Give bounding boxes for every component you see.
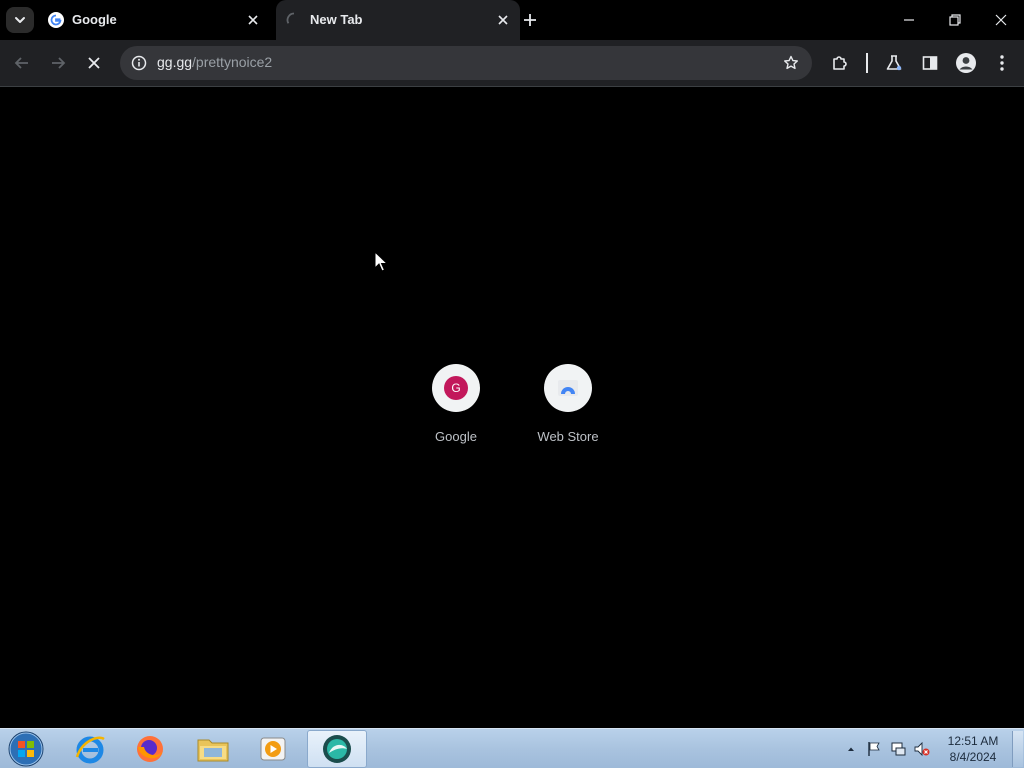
shortcut-label: Google: [435, 429, 477, 444]
triangle-up-icon: [848, 747, 854, 751]
loading-spinner-icon: [286, 12, 295, 24]
labs-button[interactable]: [881, 50, 907, 76]
google-letter-avatar: G: [444, 376, 468, 400]
url-path: /prettynoice2: [192, 54, 273, 70]
media-player-icon: [260, 737, 286, 761]
extensions-icon: [833, 56, 847, 70]
taskbar-media-player[interactable]: [243, 730, 303, 768]
url-text[interactable]: gg.gg/prettynoice2: [157, 54, 272, 70]
tray-show-hidden-icons[interactable]: [843, 741, 859, 757]
stop-loading-icon: [88, 57, 100, 69]
side-panel-icon: [922, 56, 938, 70]
tab-strip: Google New Tab: [0, 0, 1024, 40]
bookmark-button[interactable]: [780, 52, 802, 74]
tab-search-button[interactable]: [6, 7, 34, 33]
profile-button[interactable]: [953, 50, 979, 76]
toolbar-divider: [866, 53, 868, 73]
shortcut-tile: G: [432, 364, 480, 412]
forward-button[interactable]: [45, 50, 71, 76]
taskbar-browser[interactable]: [307, 730, 367, 768]
flag-icon: [868, 742, 880, 756]
minimize-button[interactable]: [886, 0, 932, 40]
restore-icon: [949, 14, 961, 26]
shortcut-google[interactable]: G Google: [408, 363, 504, 453]
menu-button[interactable]: [989, 50, 1015, 76]
back-icon: [14, 57, 28, 69]
minimize-icon: [904, 19, 914, 21]
close-window-button[interactable]: [978, 0, 1024, 40]
tab-close-button[interactable]: [494, 11, 512, 29]
close-icon: [995, 14, 1007, 26]
back-button[interactable]: [9, 50, 35, 76]
stop-loading-button[interactable]: [81, 50, 107, 76]
taskbar-file-explorer[interactable]: [183, 730, 243, 768]
new-tab-button[interactable]: [518, 9, 542, 31]
network-icon: [891, 742, 906, 756]
restore-button[interactable]: [932, 0, 978, 40]
plus-icon: [524, 14, 536, 26]
tab-title: New Tab: [310, 12, 363, 27]
forward-icon: [52, 57, 66, 69]
tray-volume-muted[interactable]: [914, 741, 930, 757]
profile-icon: [956, 53, 976, 73]
new-tab-page: G Google Web Store: [0, 87, 1024, 728]
shortcut-label: Web Store: [537, 429, 599, 444]
site-info-button[interactable]: [128, 52, 150, 74]
file-explorer-icon: [197, 739, 229, 762]
desktop-screen: Google New Tab gg.gg/prettynoice2 G Goog…: [0, 0, 1024, 768]
browser-app-icon: [323, 735, 351, 763]
close-icon: [498, 15, 508, 25]
clock-time: 12:51 AM: [947, 734, 999, 748]
browser-toolbar: gg.gg/prettynoice2: [0, 40, 1024, 87]
tab-new-tab[interactable]: New Tab: [276, 0, 520, 40]
labs-flask-icon: [886, 55, 902, 71]
close-icon: [248, 15, 258, 25]
address-bar[interactable]: gg.gg/prettynoice2: [120, 46, 812, 80]
web-store-icon: [558, 380, 578, 396]
chevron-down-icon: [15, 17, 25, 23]
firefox-icon: [137, 736, 163, 762]
tray-action-center[interactable]: [866, 741, 882, 757]
internet-explorer-icon: [75, 736, 105, 764]
bookmark-star-icon: [784, 55, 798, 70]
tab-google[interactable]: Google: [38, 0, 270, 40]
tab-close-button[interactable]: [244, 11, 262, 29]
extensions-button[interactable]: [827, 50, 853, 76]
taskbar-internet-explorer[interactable]: [60, 730, 120, 768]
show-desktop-button[interactable]: [1012, 731, 1023, 767]
menu-icon: [1000, 55, 1004, 71]
shortcut-web-store[interactable]: Web Store: [520, 363, 616, 453]
tray-network[interactable]: [890, 741, 906, 757]
shortcut-tile: [544, 364, 592, 412]
windows-logo-icon: [8, 731, 44, 767]
url-host: gg.gg: [157, 54, 193, 70]
mouse-pointer-icon: [374, 251, 388, 272]
start-button[interactable]: [6, 730, 46, 768]
windows-taskbar: 12:51 AM 8/4/2024: [0, 728, 1024, 768]
google-g-icon: [48, 12, 64, 28]
side-panel-button[interactable]: [917, 50, 943, 76]
taskbar-clock[interactable]: 12:51 AM 8/4/2024: [936, 733, 1010, 765]
info-icon: [131, 55, 147, 71]
taskbar-firefox[interactable]: [120, 730, 180, 768]
speaker-muted-icon: [914, 741, 930, 757]
tab-title: Google: [72, 12, 117, 27]
clock-date: 8/4/2024: [949, 750, 997, 764]
